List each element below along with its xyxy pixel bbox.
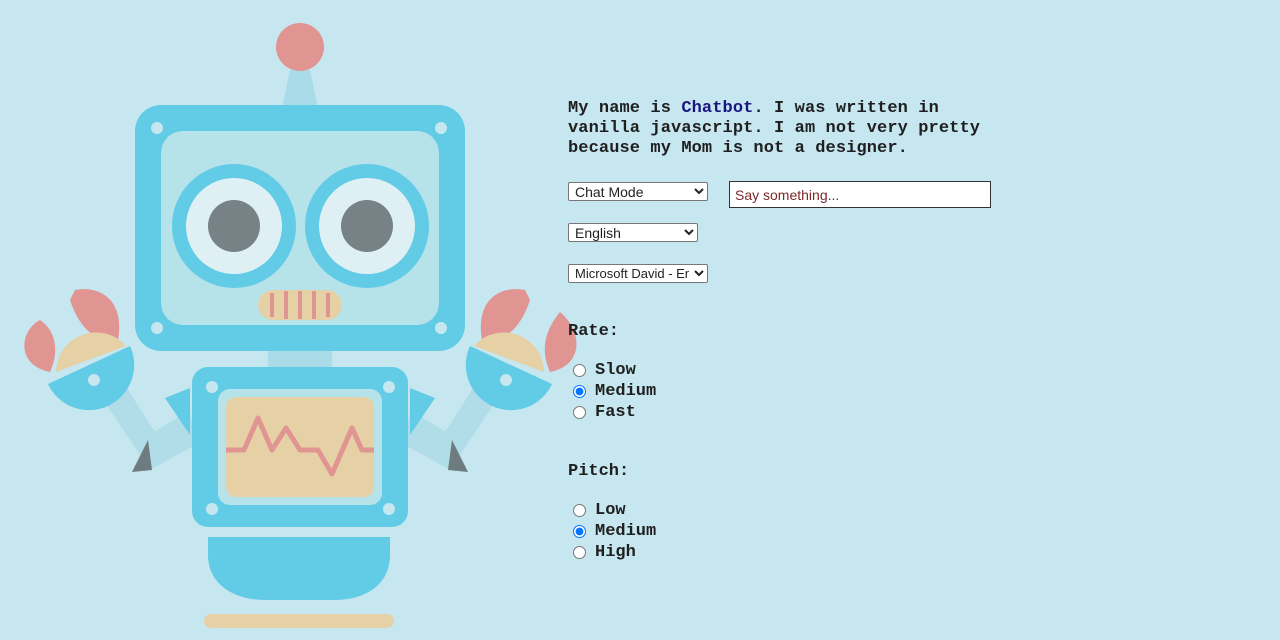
voice-select[interactable]: Microsoft David - English (United States… — [568, 264, 708, 283]
pitch-option-high[interactable]: High — [572, 542, 636, 562]
rate-radio-medium[interactable] — [573, 384, 586, 398]
robot-base — [208, 537, 390, 600]
rate-option-label: Fast — [595, 402, 636, 422]
intro-text: My name is Chatbot. I was written in van… — [568, 99, 1018, 159]
robot-illustration — [24, 23, 577, 628]
robot-antenna-stem — [282, 70, 318, 108]
say-input[interactable] — [729, 181, 991, 208]
robot-shadow — [204, 614, 394, 628]
language-select[interactable]: English — [568, 223, 698, 242]
mode-select[interactable]: Chat Mode — [568, 182, 708, 201]
pitch-radio-medium[interactable] — [573, 524, 586, 538]
pitch-option-label: Low — [595, 500, 626, 520]
robot-antenna-ball — [276, 23, 324, 71]
pitch-radio-high[interactable] — [573, 545, 586, 559]
rate-option-fast[interactable]: Fast — [572, 402, 636, 422]
pitch-option-low[interactable]: Low — [572, 500, 626, 520]
rate-label: Rate: — [568, 322, 620, 341]
pitch-option-label: High — [595, 542, 636, 562]
rate-radio-slow[interactable] — [573, 363, 586, 377]
rate-radio-fast[interactable] — [573, 405, 586, 419]
pitch-option-medium[interactable]: Medium — [572, 521, 656, 541]
rate-option-label: Slow — [595, 360, 636, 380]
rate-option-medium[interactable]: Medium — [572, 381, 656, 401]
rate-option-slow[interactable]: Slow — [572, 360, 636, 380]
robot-head — [135, 105, 465, 351]
rate-option-label: Medium — [595, 381, 657, 401]
intro-prefix: My name is — [568, 99, 682, 118]
robot-body — [192, 367, 408, 527]
pitch-radio-low[interactable] — [573, 503, 586, 517]
bot-name: Chatbot — [681, 99, 754, 118]
pitch-label: Pitch: — [568, 462, 630, 481]
pitch-option-label: Medium — [595, 521, 657, 541]
